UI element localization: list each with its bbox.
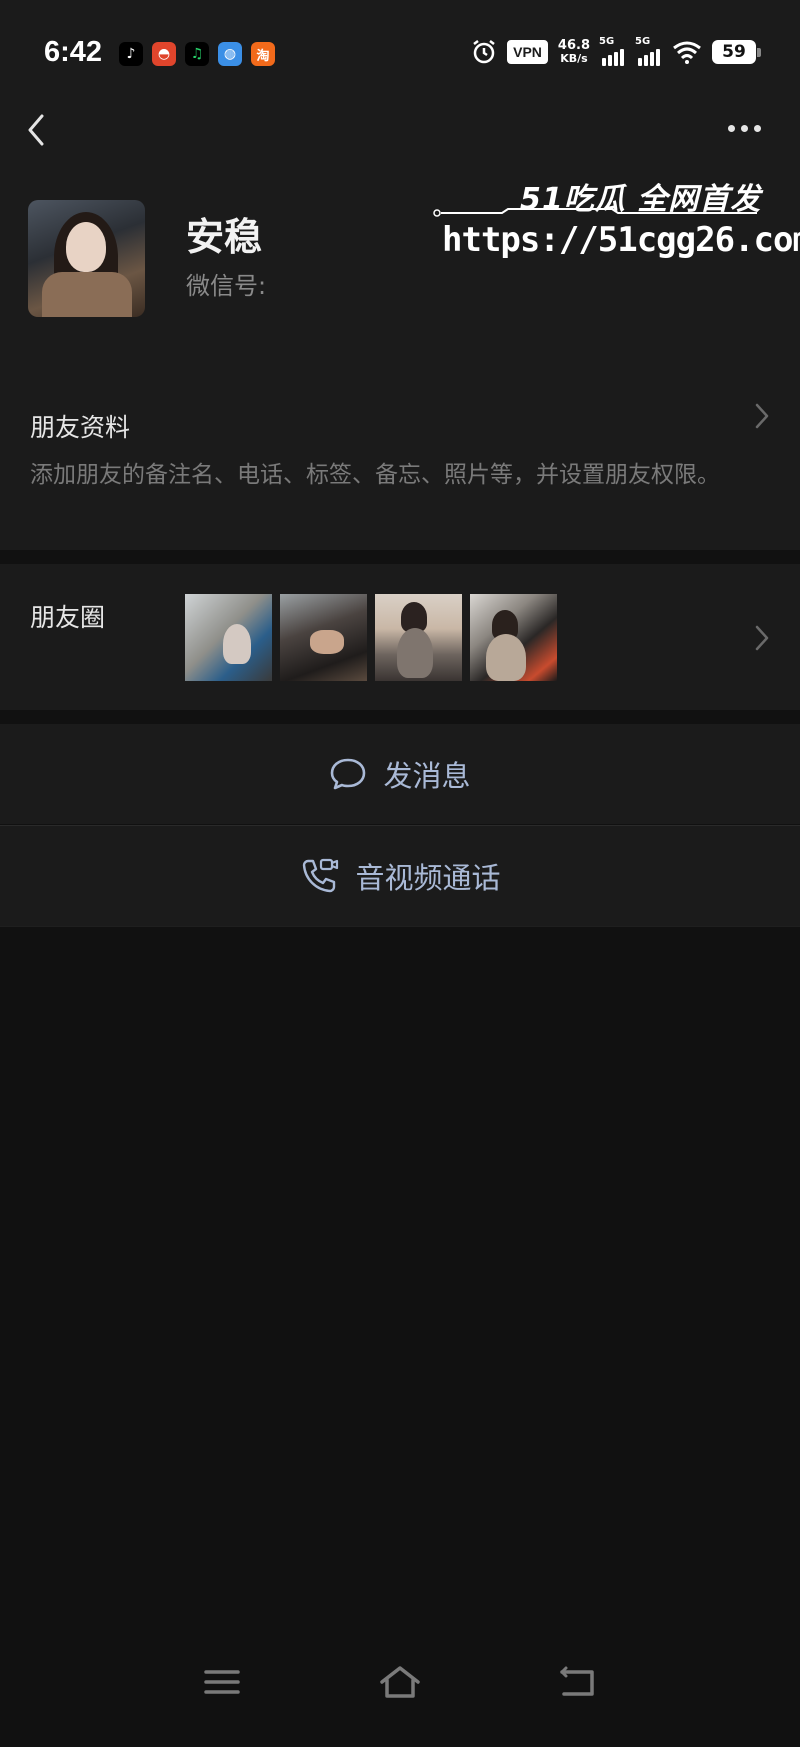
status-time: 6:42 [44, 36, 103, 68]
av-call-label: 音视频通话 [355, 861, 501, 895]
watermark-url: https://51cgg26.com [442, 220, 800, 260]
back-nav-icon[interactable] [554, 1660, 602, 1704]
nickname: 安稳 [186, 215, 263, 259]
alarm-icon [473, 40, 495, 64]
moments-thumbnail [185, 594, 272, 681]
watermark-line [433, 208, 757, 217]
menu-icon[interactable] [198, 1660, 246, 1704]
wechat-id-label: 微信号: [186, 272, 267, 300]
wifi-icon [673, 41, 701, 64]
moments-thumbnail [280, 594, 367, 681]
tiktok-icon: ♪ [119, 42, 143, 66]
vpn-badge: VPN [507, 40, 548, 64]
audio-video-call-button[interactable]: 音视频通话 [0, 826, 800, 926]
back-icon[interactable] [22, 110, 52, 150]
home-icon[interactable] [376, 1660, 424, 1704]
phone-video-icon [303, 858, 339, 893]
action-divider [0, 926, 800, 927]
status-bar: 6:42 ♪ ◓ ♫ ◍ 淘 VPN 46.8 KB/s 5G 5G 59 [0, 0, 800, 100]
moments-thumbnails[interactable] [185, 594, 557, 681]
chevron-right-icon [755, 403, 769, 429]
net-speed: 46.8 KB/s [557, 38, 590, 65]
more-dot [741, 124, 748, 132]
music-app-icon: ♫ [185, 42, 209, 66]
status-indicators: VPN 46.8 KB/s 5G 5G 59 [471, 36, 761, 66]
battery-indicator: 59 [712, 40, 761, 64]
chevron-right-icon [755, 625, 769, 651]
watermark: 51吃瓜 全网首发 https://51cgg26.com [432, 168, 800, 264]
send-message-button[interactable]: 发消息 [0, 724, 800, 824]
more-dot [754, 124, 761, 132]
more-options-icon[interactable] [728, 120, 772, 136]
section-divider [0, 550, 800, 564]
status-app-icons: ♪ ◓ ♫ ◍ 淘 [119, 42, 275, 66]
system-navigation-bar [0, 1660, 800, 1747]
signal-icon-2: 5G [635, 36, 662, 66]
moments-title: 朋友圈 [30, 603, 106, 632]
planet-app-icon: ◍ [218, 42, 242, 66]
more-dot [728, 124, 735, 132]
moments-thumbnail [470, 594, 557, 681]
section-divider [0, 710, 800, 724]
moments-thumbnail [375, 594, 462, 681]
taobao-icon: 淘 [251, 42, 275, 66]
friend-info-description: 添加朋友的备注名、电话、标签、备忘、照片等，并设置朋友权限。 [30, 462, 720, 488]
chat-bubble-icon [331, 758, 366, 790]
avatar[interactable] [28, 200, 145, 317]
signal-icon: 5G [599, 36, 626, 66]
friend-info-title: 朋友资料 [30, 413, 131, 442]
send-message-label: 发消息 [383, 759, 471, 793]
red-app-icon: ◓ [152, 42, 176, 66]
